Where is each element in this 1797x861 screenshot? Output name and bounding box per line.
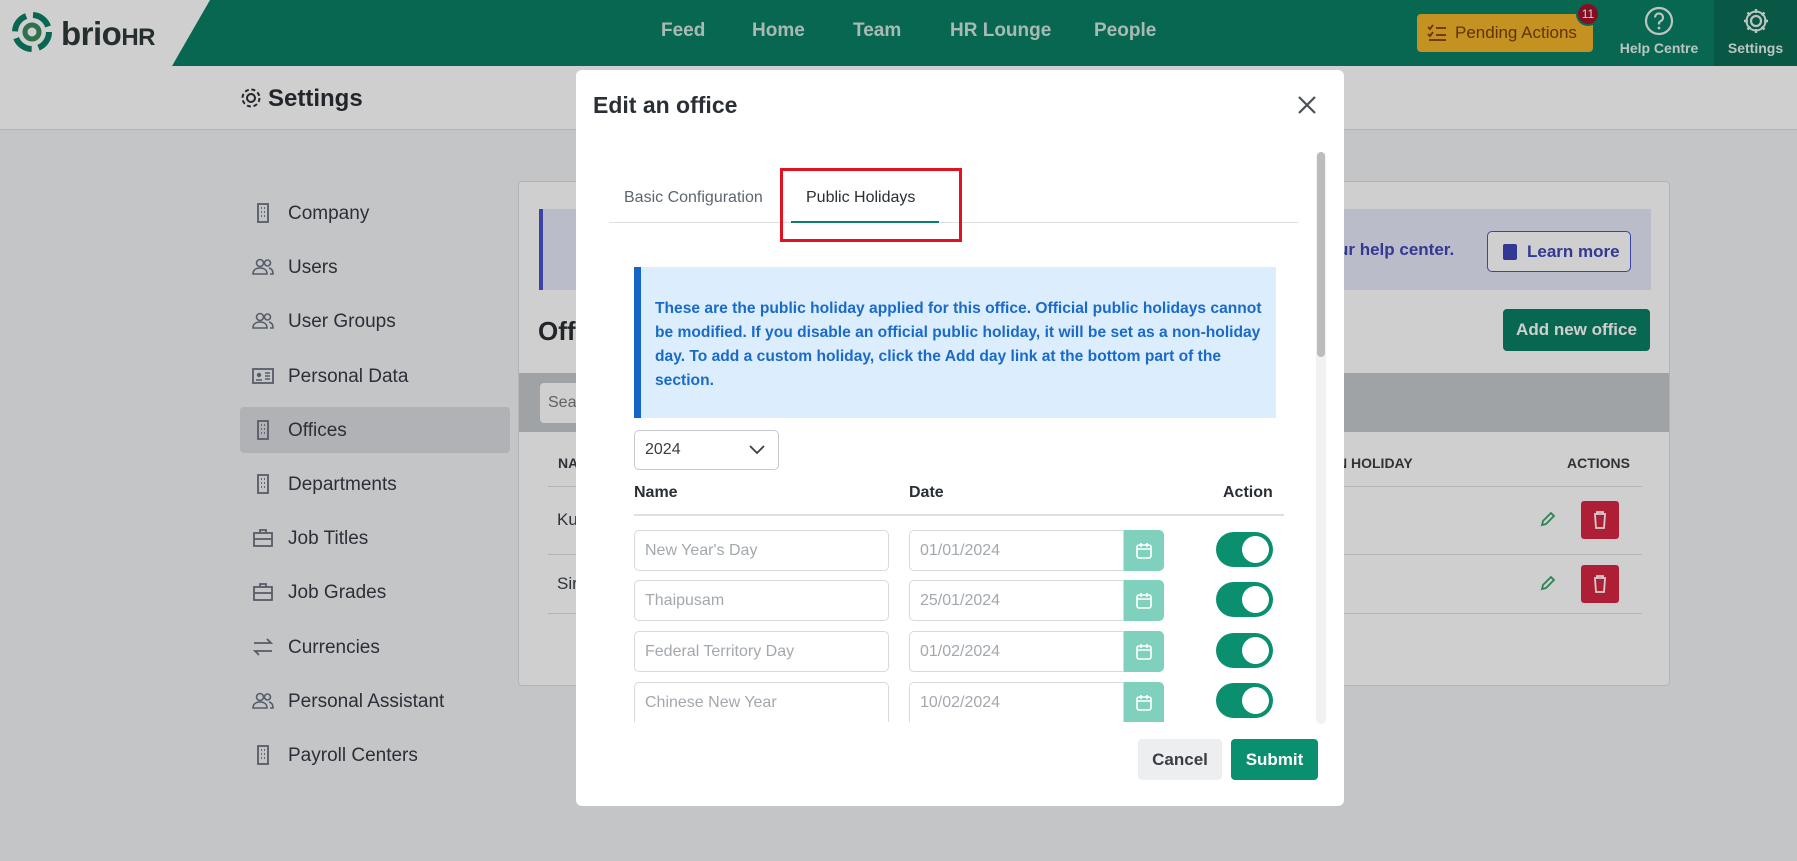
holiday-toggle[interactable] [1216, 582, 1273, 617]
holiday-name-field[interactable]: New Year's Day [634, 530, 889, 571]
date-picker-button[interactable] [1124, 682, 1164, 722]
column-header-name: Name [634, 484, 678, 501]
holiday-name-field[interactable]: Federal Territory Day [634, 631, 889, 672]
info-text: These are the public holiday applied for… [655, 300, 1262, 389]
toggle-knob [1242, 536, 1269, 563]
edit-office-modal: Edit an office Basic Configuration Publi… [576, 70, 1344, 806]
info-callout: These are the public holiday applied for… [634, 267, 1276, 418]
chevron-down-icon [749, 445, 765, 455]
date-picker-button[interactable] [1124, 631, 1164, 672]
date-picker-button[interactable] [1124, 530, 1164, 571]
toggle-knob [1242, 586, 1269, 613]
holiday-date-field[interactable]: 25/01/2024 [909, 580, 1124, 621]
header-divider [634, 514, 1284, 516]
column-header-action: Action [1223, 484, 1273, 501]
holiday-toggle[interactable] [1216, 532, 1273, 567]
column-header-date: Date [909, 484, 944, 501]
calendar-icon [1136, 695, 1152, 711]
calendar-icon [1136, 644, 1152, 660]
holiday-name-field[interactable]: Chinese New Year [634, 682, 889, 722]
holiday-date-field[interactable]: 01/02/2024 [909, 631, 1124, 672]
toggle-knob [1242, 637, 1269, 664]
tab-basic-configuration[interactable]: Basic Configuration [624, 189, 763, 207]
date-picker-button[interactable] [1124, 580, 1164, 621]
cancel-button[interactable]: Cancel [1138, 739, 1222, 780]
holiday-toggle[interactable] [1216, 683, 1273, 718]
highlight-box [780, 168, 962, 242]
year-select-value: 2024 [645, 441, 681, 458]
holiday-date-field[interactable]: 01/01/2024 [909, 530, 1124, 571]
close-icon[interactable] [1296, 94, 1318, 116]
holiday-date-field[interactable]: 10/02/2024 [909, 682, 1124, 722]
toggle-knob [1242, 687, 1269, 714]
holiday-toggle[interactable] [1216, 633, 1273, 668]
scrollbar-thumb[interactable] [1317, 152, 1325, 357]
calendar-icon [1136, 543, 1152, 559]
calendar-icon [1136, 593, 1152, 609]
holiday-name-field[interactable]: Thaipusam [634, 580, 889, 621]
submit-button[interactable]: Submit [1231, 739, 1318, 780]
year-select[interactable]: 2024 [634, 430, 779, 470]
modal-title: Edit an office [593, 92, 738, 118]
